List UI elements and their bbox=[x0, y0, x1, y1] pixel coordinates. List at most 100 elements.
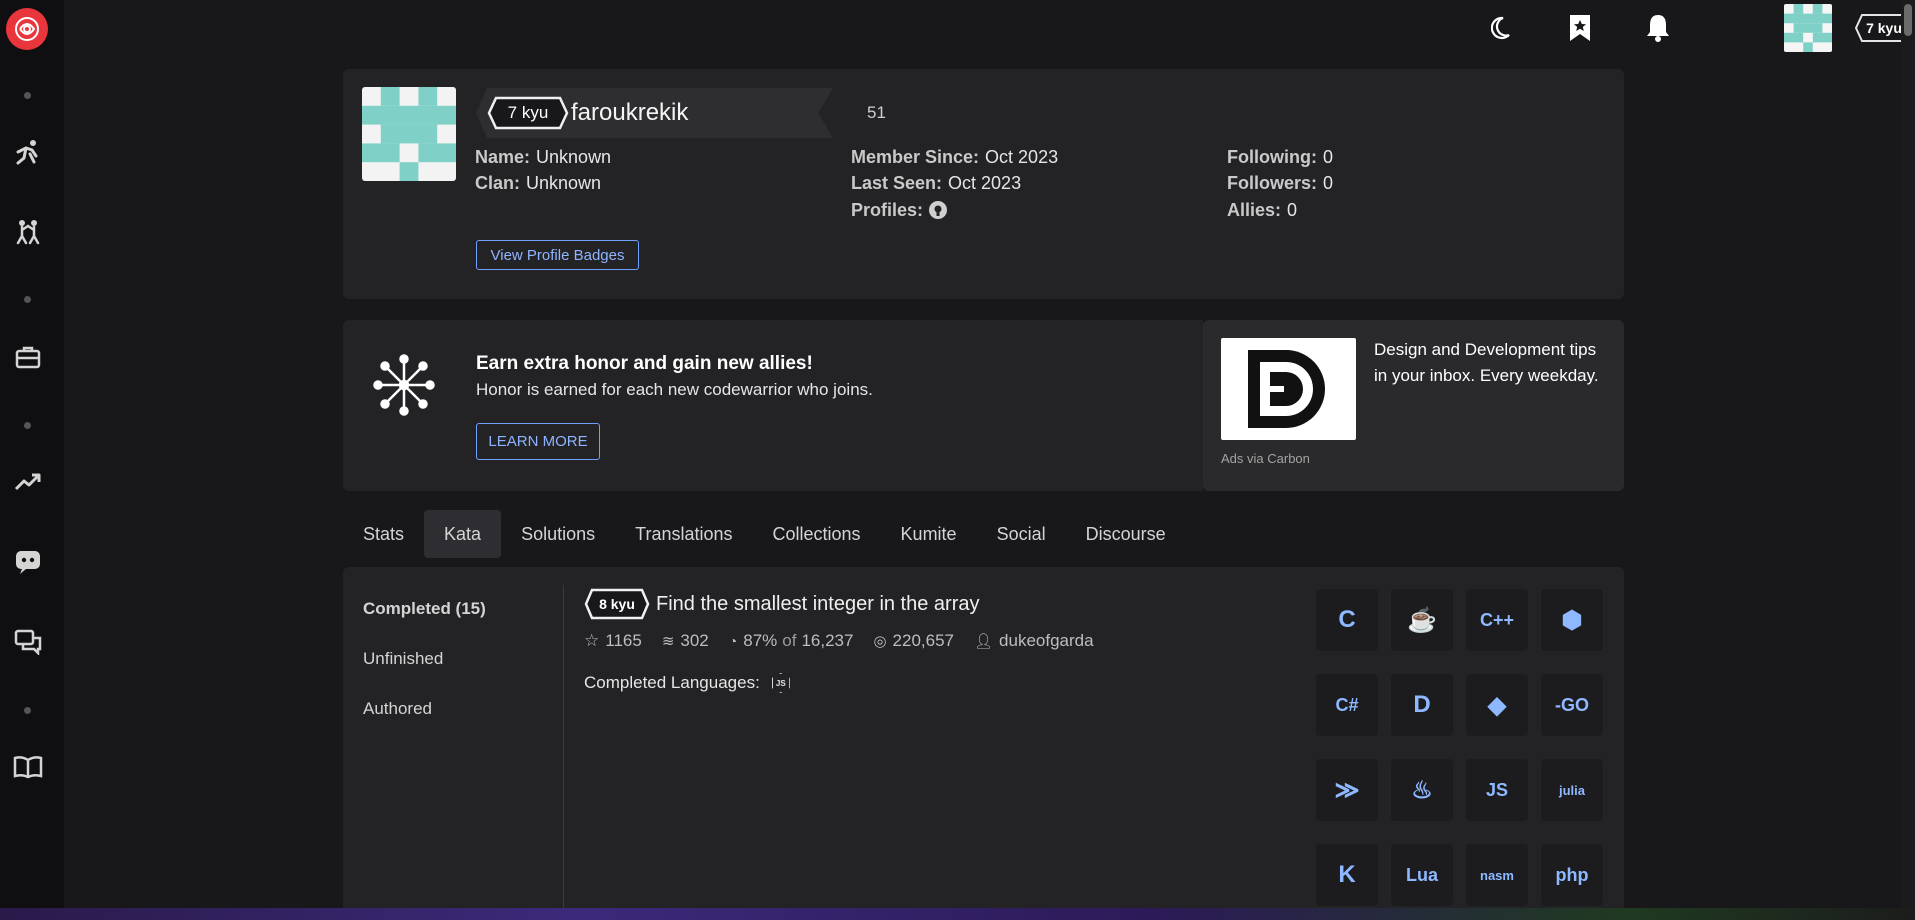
php-language-icon[interactable]: php bbox=[1541, 844, 1603, 906]
following-value: 0 bbox=[1322, 147, 1333, 167]
last-seen-value: Oct 2023 bbox=[948, 173, 1022, 193]
kata-satisfaction: 87% bbox=[743, 631, 778, 650]
sidebar-divider-dot bbox=[24, 707, 31, 714]
github-icon[interactable] bbox=[929, 201, 948, 219]
javascript-language-icon[interactable]: JS bbox=[1466, 759, 1528, 821]
learn-more-button[interactable]: LEARN MORE bbox=[476, 423, 600, 460]
notifications-bell-icon[interactable] bbox=[1642, 10, 1674, 46]
kata-rank-badge: 8 kyu bbox=[584, 588, 650, 620]
user-avatar[interactable] bbox=[1784, 4, 1832, 52]
discord-icon[interactable] bbox=[12, 546, 44, 578]
name-row: Name: Unknown bbox=[475, 146, 611, 168]
jobs-briefcase-icon[interactable] bbox=[12, 341, 44, 373]
train-icon[interactable] bbox=[12, 136, 44, 168]
dart-language-icon[interactable]: ◆ bbox=[1466, 674, 1528, 736]
crystal-language-icon[interactable]: ⬢ bbox=[1541, 589, 1603, 651]
profile-honor: 51 bbox=[867, 103, 886, 122]
top-bar: 7 kyu 51 bbox=[64, 0, 1915, 56]
clan-row: Clan: Unknown bbox=[475, 172, 601, 194]
kotlin-language-icon[interactable]: K bbox=[1316, 844, 1378, 906]
followers-label: Followers: bbox=[1227, 173, 1318, 193]
completions-target-icon: ◎ bbox=[873, 633, 887, 650]
ads-via-carbon[interactable]: Ads via Carbon bbox=[1221, 451, 1310, 466]
completed-languages-label: Completed Languages: bbox=[584, 673, 760, 692]
username: faroukrekik bbox=[571, 99, 689, 126]
last-seen-row: Last Seen: Oct 2023 bbox=[851, 172, 1021, 194]
nasm-language-icon[interactable]: nasm bbox=[1466, 844, 1528, 906]
d-language-icon[interactable]: D bbox=[1391, 674, 1453, 736]
tab-collections[interactable]: Collections bbox=[753, 510, 881, 558]
clan-value: Unknown bbox=[526, 173, 602, 193]
leaderboard-trend-icon[interactable] bbox=[12, 466, 44, 498]
member-since-row: Member Since: Oct 2023 bbox=[851, 146, 1058, 168]
star-icon: ☆ bbox=[584, 631, 600, 650]
kata-stats-row: ☆ 1165 ≋ 302 ◔ 87% of 16,237 ◎ 220,657 👤… bbox=[584, 631, 1094, 651]
tab-kumite[interactable]: Kumite bbox=[881, 510, 977, 558]
filter-unfinished[interactable]: Unfinished bbox=[363, 649, 443, 669]
tab-kata[interactable]: Kata bbox=[424, 510, 502, 558]
julia-language-icon[interactable]: julia bbox=[1541, 759, 1603, 821]
tab-translations[interactable]: Translations bbox=[615, 510, 752, 558]
filter-completed[interactable]: Completed (15) bbox=[363, 599, 486, 619]
author-user-icon: 👤︎ bbox=[974, 633, 994, 650]
practice-icon[interactable] bbox=[12, 216, 44, 248]
profile-tabs: Stats Kata Solutions Translations Collec… bbox=[343, 509, 1186, 559]
name-value: Unknown bbox=[536, 147, 612, 167]
followers-value: 0 bbox=[1323, 173, 1334, 193]
kata-votes: 16,237 bbox=[801, 631, 854, 650]
dark-mode-moon-icon[interactable] bbox=[1488, 10, 1520, 46]
bottom-gradient-bar bbox=[0, 908, 1915, 920]
name-label: Name: bbox=[475, 147, 531, 167]
ad-text[interactable]: Design and Development tips in your inbo… bbox=[1374, 337, 1609, 389]
coffeescript-language-icon[interactable]: ☕ bbox=[1391, 589, 1453, 651]
ad-logo[interactable] bbox=[1221, 338, 1356, 440]
sidebar-divider-dot bbox=[24, 422, 31, 429]
kata-stars: 1165 bbox=[605, 631, 642, 650]
tab-discourse[interactable]: Discourse bbox=[1066, 510, 1186, 558]
followers-row[interactable]: Followers: 0 bbox=[1227, 172, 1333, 194]
docs-book-icon[interactable] bbox=[12, 751, 44, 783]
following-label: Following: bbox=[1227, 147, 1317, 167]
java-language-icon[interactable]: ♨ bbox=[1391, 759, 1453, 821]
allies-label: Allies: bbox=[1227, 200, 1282, 220]
go-language-icon[interactable]: -GO bbox=[1541, 674, 1603, 736]
carbon-ad-card[interactable]: Design and Development tips in your inbo… bbox=[1203, 320, 1624, 491]
kata-completions: 220,657 bbox=[892, 631, 954, 650]
page-scrollbar[interactable] bbox=[1901, 0, 1915, 920]
forum-chat-icon[interactable] bbox=[12, 626, 44, 658]
bookmark-star-icon[interactable] bbox=[1564, 10, 1596, 46]
member-since-label: Member Since: bbox=[851, 147, 980, 167]
kata-rank-label: 8 kyu bbox=[599, 596, 635, 612]
tab-stats[interactable]: Stats bbox=[343, 510, 424, 558]
profile-card: 7 kyu faroukrekik 51 Name: Unknown Clan: U… bbox=[343, 69, 1624, 299]
member-since-value: Oct 2023 bbox=[985, 147, 1059, 167]
clan-label: Clan: bbox=[475, 173, 520, 193]
profile-rank-label: 7 kyu bbox=[507, 103, 549, 122]
kata-author[interactable]: dukeofgarda bbox=[999, 631, 1094, 651]
tab-social[interactable]: Social bbox=[977, 510, 1066, 558]
following-row[interactable]: Following: 0 bbox=[1227, 146, 1333, 168]
kata-collections: 302 bbox=[680, 631, 709, 650]
codewars-logo-icon[interactable] bbox=[6, 8, 48, 50]
profiles-label: Profiles: bbox=[851, 200, 924, 220]
lua-language-icon[interactable]: Lua bbox=[1391, 844, 1453, 906]
scroll-thumb[interactable] bbox=[1904, 4, 1912, 36]
c--language-icon[interactable]: C++ bbox=[1466, 589, 1528, 651]
promo-title: Earn extra honor and gain new allies! bbox=[476, 353, 813, 374]
haskell-language-icon[interactable]: ≫ bbox=[1316, 759, 1378, 821]
last-seen-label: Last Seen: bbox=[851, 173, 943, 193]
tab-solutions[interactable]: Solutions bbox=[501, 510, 615, 558]
view-profile-badges-button[interactable]: View Profile Badges bbox=[476, 240, 639, 270]
filter-authored[interactable]: Authored bbox=[363, 699, 432, 719]
sidebar bbox=[0, 0, 64, 920]
allies-row[interactable]: Allies: 0 bbox=[1227, 199, 1297, 221]
c--language-icon[interactable]: C# bbox=[1316, 674, 1378, 736]
satisfaction-icon: ◔ bbox=[728, 633, 738, 649]
network-burst-icon bbox=[372, 353, 436, 417]
kata-title[interactable]: Find the smallest integer in the array bbox=[656, 593, 980, 616]
c-language-icon[interactable]: C bbox=[1316, 589, 1378, 651]
panel-divider bbox=[563, 585, 564, 920]
profiles-row: Profiles: bbox=[851, 199, 948, 221]
javascript-language-icon[interactable]: JS bbox=[771, 673, 790, 693]
collections-stack-icon: ≋ bbox=[661, 633, 675, 650]
